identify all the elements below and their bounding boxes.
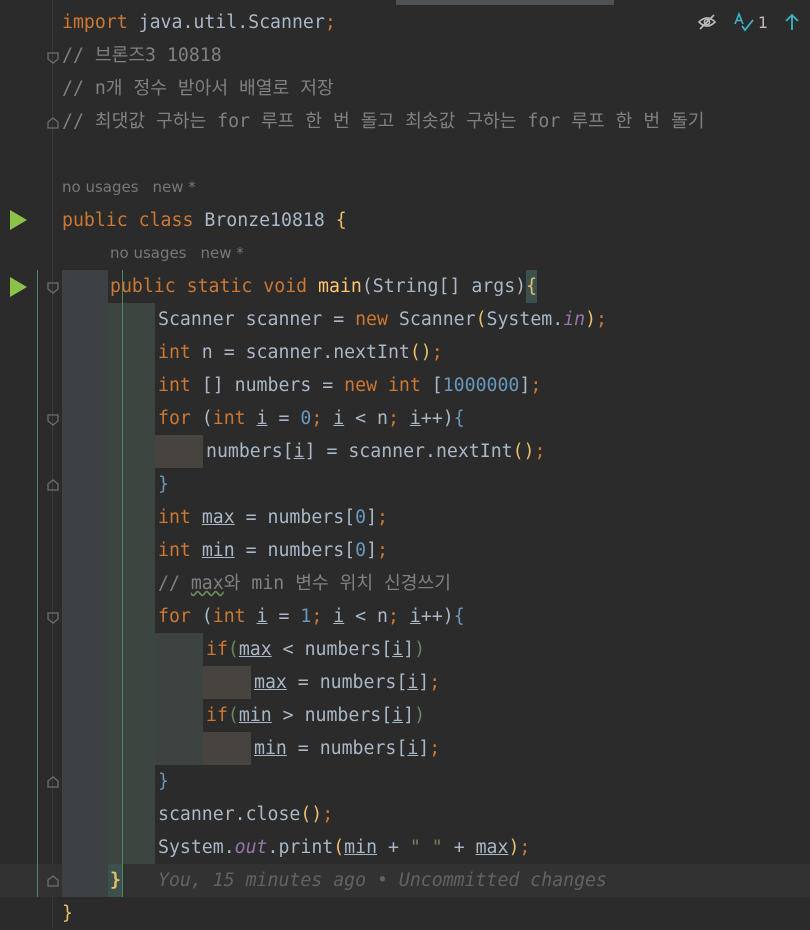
code-line-close-brace[interactable]: } — [158, 765, 169, 798]
fold-open-icon[interactable] — [46, 413, 60, 427]
eye-crossed-icon[interactable] — [697, 14, 717, 30]
keyword-import: import — [62, 12, 128, 33]
code-line-main-decl[interactable]: public static void main(String[] args){ — [110, 270, 538, 303]
fold-open-icon[interactable] — [46, 611, 60, 625]
inspection-count: 1 — [757, 12, 768, 32]
vcs-change-marker — [37, 270, 38, 897]
typo-max: max — [190, 573, 224, 594]
editor-gutter — [0, 0, 46, 928]
git-blame-annotation[interactable]: You, 15 minutes ago • Uncommitted change… — [158, 864, 607, 897]
author-hint: new * — [200, 244, 244, 262]
comment-rest: 와 min 변수 위치 신경쓰기 — [223, 573, 451, 594]
code-line-if-max[interactable]: if(max < numbers[i]) — [206, 633, 425, 666]
code-line-for-read[interactable]: for (int i = 0; i < n; i++){ — [158, 402, 465, 435]
fold-close-icon[interactable] — [46, 478, 60, 492]
indent-guide-level4b — [203, 732, 251, 765]
code-line-print[interactable]: System.out.print(min + " " + max); — [158, 831, 530, 864]
import-path: java.util.Scanner — [127, 12, 325, 33]
code-line-max-init[interactable]: int max = numbers[0]; — [158, 501, 388, 534]
code-line-read-n[interactable]: int n = scanner.nextInt(); — [158, 336, 443, 369]
fold-open-icon[interactable] — [46, 51, 60, 65]
fold-open-icon[interactable] — [46, 281, 60, 295]
comment-line-3[interactable]: // 최댓값 구하는 for 루프 한 번 돌고 최솟값 구하는 for 루프 … — [62, 105, 704, 138]
fold-close-icon[interactable] — [46, 874, 60, 888]
run-class-icon[interactable] — [10, 210, 27, 230]
code-line-assign-min[interactable]: min = numbers[i]; — [254, 732, 440, 765]
spellcheck-indicator[interactable]: 1 — [733, 12, 768, 32]
editor-inspection-toolbar: 1 — [697, 12, 800, 32]
comment-line-1[interactable]: // 브론즈3 10818 — [62, 39, 222, 72]
code-line-array-alloc[interactable]: int [] numbers = new int [1000000]; — [158, 369, 541, 402]
code-line-class-close[interactable]: } — [62, 897, 73, 930]
code-line-scanner-close[interactable]: scanner.close(); — [158, 798, 333, 831]
indent-guide-level1 — [62, 270, 108, 897]
arrow-up-icon[interactable] — [784, 13, 800, 31]
inlay-hint-main[interactable]: no usages new * — [110, 237, 258, 270]
code-line-assign-max[interactable]: max = numbers[i]; — [254, 666, 440, 699]
comment-line-2[interactable]: // n개 정수 받아서 배열로 저장 — [62, 72, 334, 105]
horizontal-scrollbar-thumb[interactable] — [396, 0, 614, 5]
semicolon: ; — [324, 12, 336, 33]
spellcheck-icon — [734, 12, 754, 32]
usages-hint: no usages — [110, 244, 187, 262]
code-line-scanner-new[interactable]: Scanner scanner = new Scanner(System.in)… — [158, 303, 607, 336]
code-line-import[interactable]: import java.util.Scanner; — [62, 6, 336, 39]
author-hint: new * — [152, 178, 196, 196]
code-line-main-close[interactable]: } — [110, 864, 121, 897]
code-line-if-min[interactable]: if(min > numbers[i]) — [206, 699, 425, 732]
code-line-for-minmax[interactable]: for (int i = 1; i < n; i++){ — [158, 600, 465, 633]
indent-guide-level3b — [155, 633, 203, 765]
code-line-close-brace[interactable]: } — [158, 468, 169, 501]
indent-guide-level2 — [108, 303, 155, 864]
run-main-icon[interactable] — [10, 277, 27, 297]
comment-line-4[interactable]: // max와 min 변수 위치 신경쓰기 — [158, 567, 451, 600]
vcs-change-marker-2 — [122, 270, 123, 897]
code-line-class-decl[interactable]: public class Bronze10818 { — [62, 204, 347, 237]
inlay-hint-class[interactable]: no usages new * — [62, 171, 210, 204]
fold-close-icon[interactable] — [46, 775, 60, 789]
class-name: Bronze10818 — [204, 210, 325, 231]
indent-guide-level3 — [155, 435, 203, 468]
usages-hint: no usages — [62, 178, 139, 196]
fold-close-icon[interactable] — [46, 116, 60, 130]
comment-prefix: // — [158, 573, 191, 594]
code-line-min-init[interactable]: int min = numbers[0]; — [158, 534, 388, 567]
code-line-read-element[interactable]: numbers[i] = scanner.nextInt(); — [206, 435, 545, 468]
indent-guide-level4 — [203, 666, 251, 699]
